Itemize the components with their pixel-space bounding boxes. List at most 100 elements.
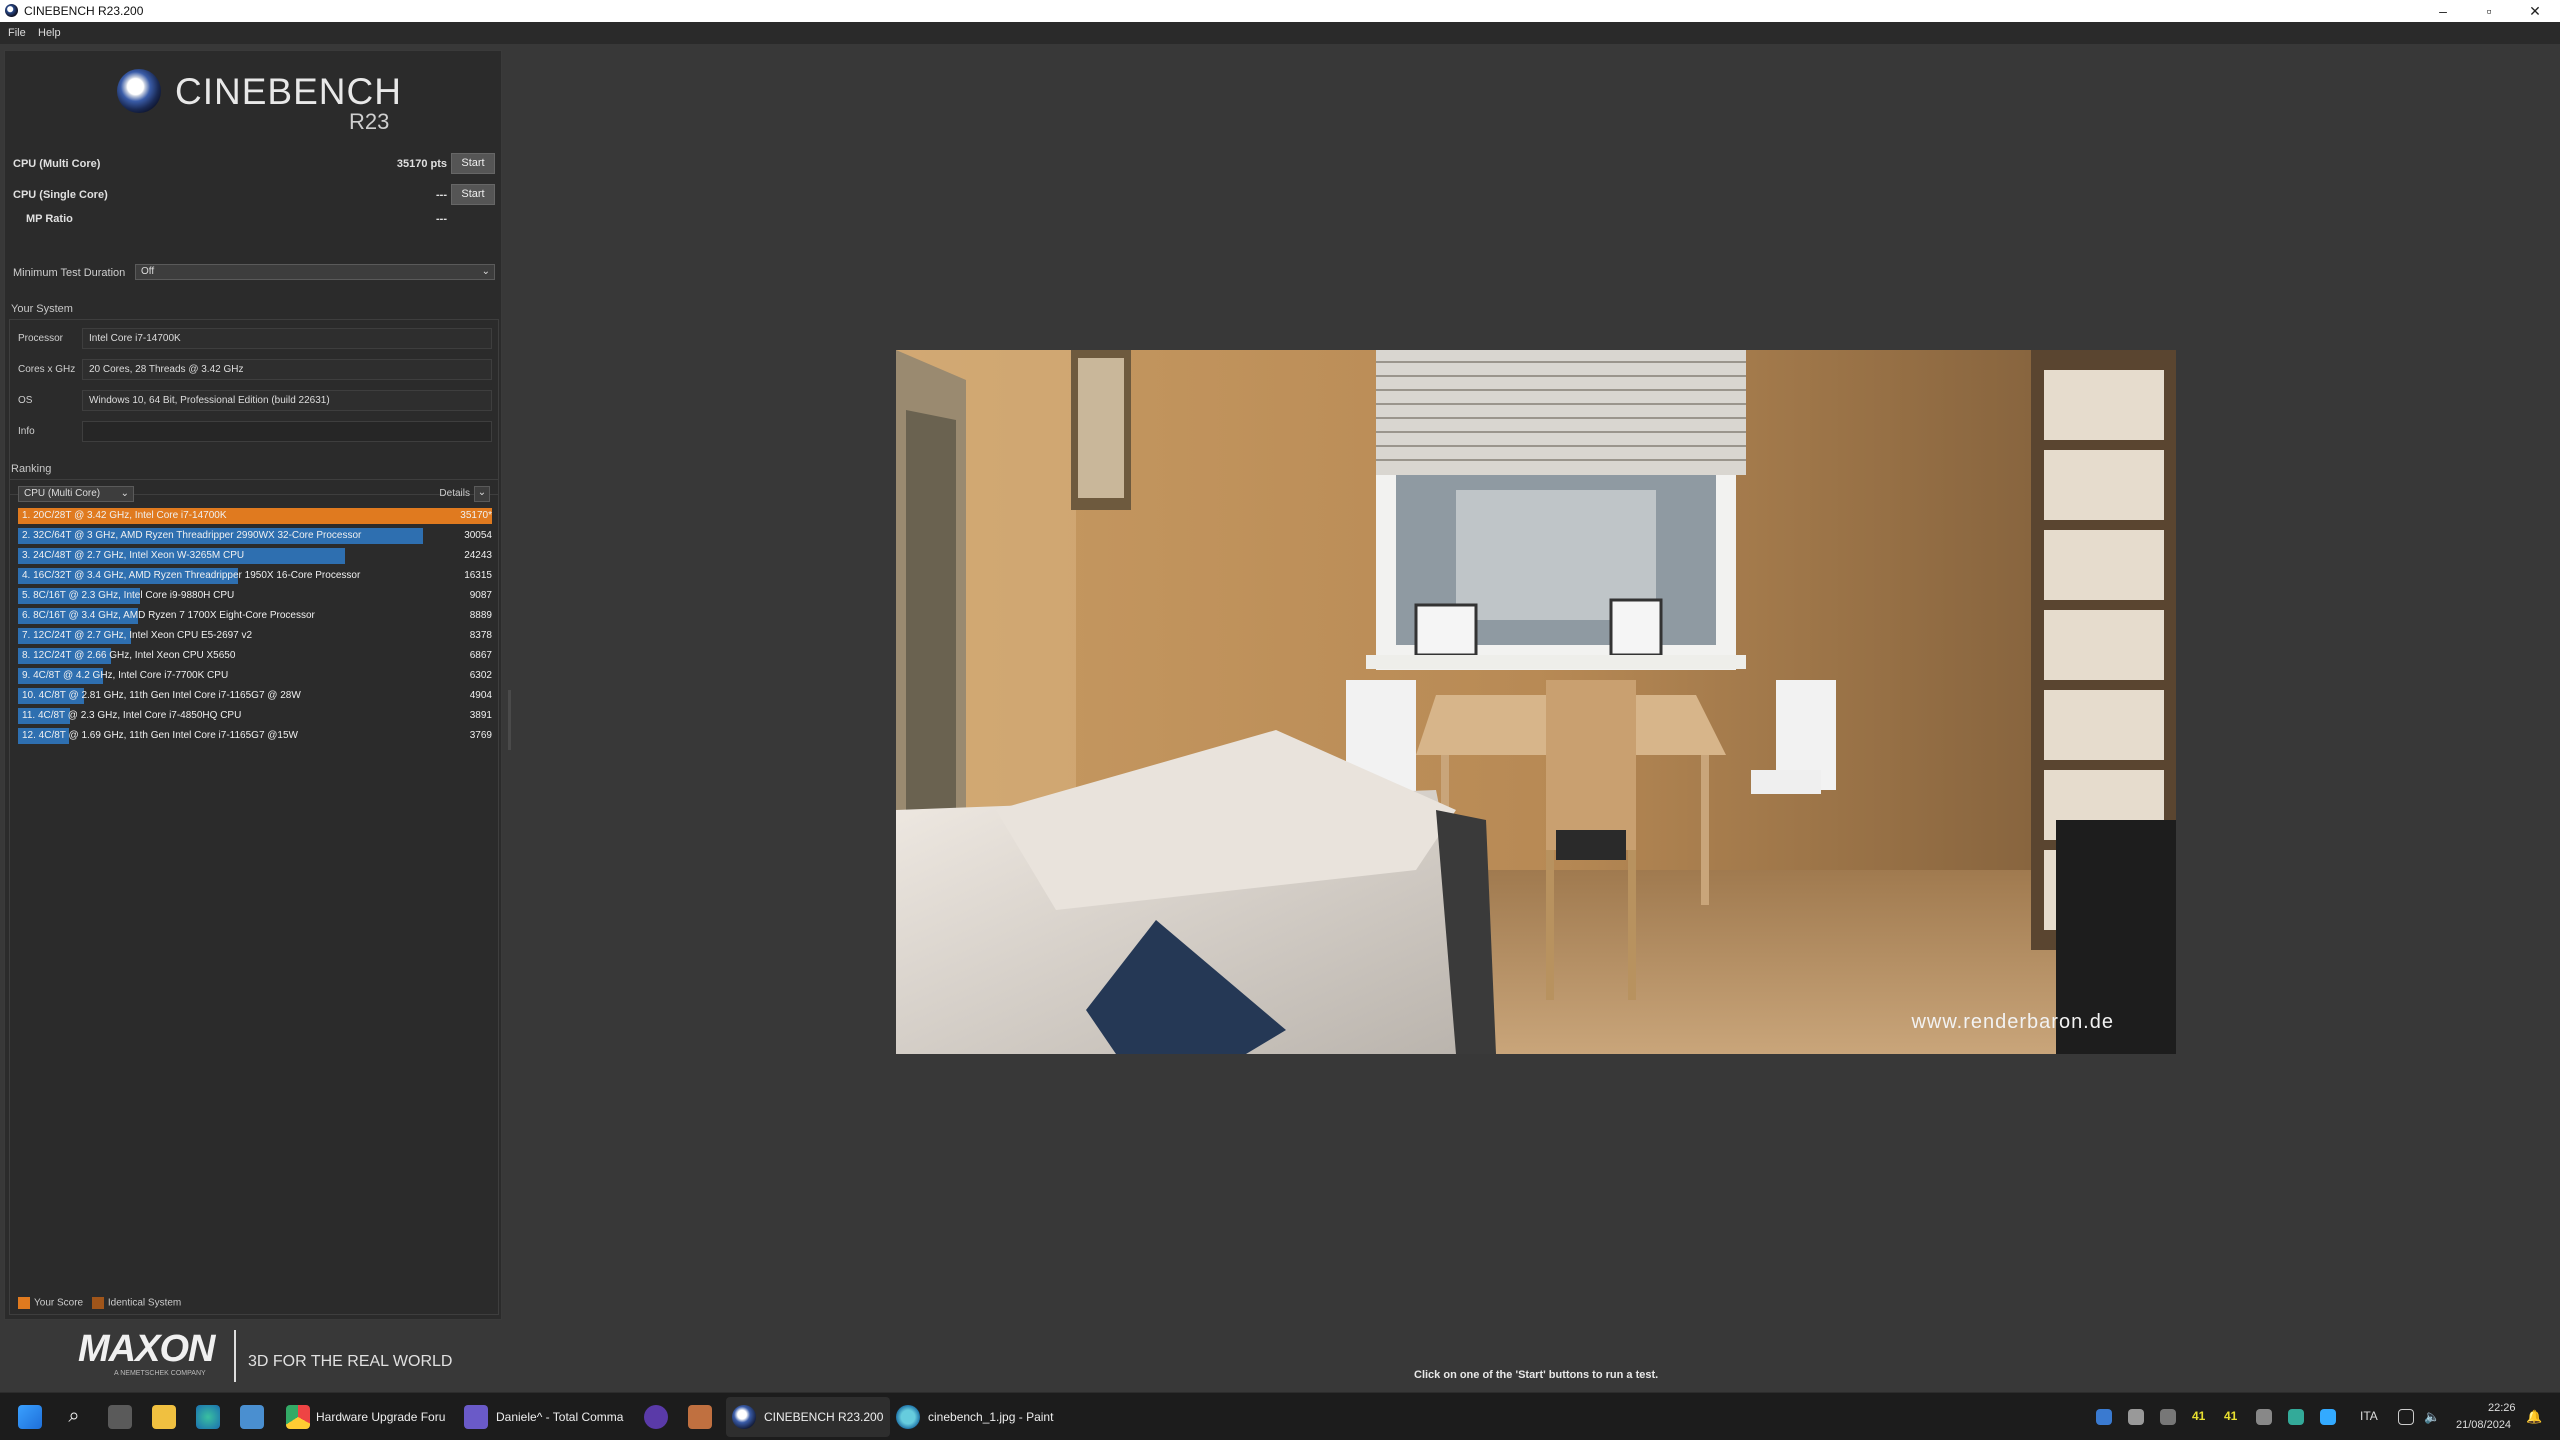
ranking-box: CPU (Multi Core) ⌄ Details ⌄ 1. 20C/28T … bbox=[9, 479, 499, 1315]
mail-icon[interactable] bbox=[240, 1405, 264, 1429]
min-duration-value: Off bbox=[141, 266, 155, 277]
ranking-score: 6867 bbox=[469, 650, 492, 661]
ranking-row[interactable]: 6. 8C/16T @ 3.4 GHz, AMD Ryzen 7 1700X E… bbox=[18, 608, 496, 624]
ranking-row[interactable]: 2. 32C/64T @ 3 GHz, AMD Ryzen Threadripp… bbox=[18, 528, 496, 544]
ranking-label: 4. 16C/32T @ 3.4 GHz, AMD Ryzen Threadri… bbox=[22, 570, 361, 581]
ranking-label: 5. 8C/16T @ 2.3 GHz, Intel Core i9-9880H… bbox=[22, 590, 235, 601]
taskbar-app-label[interactable]: CINEBENCH R23.200 bbox=[764, 1410, 883, 1424]
your-score-swatch bbox=[18, 1297, 30, 1309]
paint-icon[interactable] bbox=[896, 1405, 920, 1429]
ranking-label: 10. 4C/8T @ 2.81 GHz, 11th Gen Intel Cor… bbox=[22, 690, 301, 701]
ranking-score: 24243 bbox=[464, 550, 492, 561]
cpu-temp[interactable]: 41 bbox=[2192, 1409, 2205, 1423]
steam-icon[interactable] bbox=[2128, 1409, 2144, 1425]
chrome-icon[interactable] bbox=[286, 1405, 310, 1429]
cinebench-logo: CINEBENCH R23 bbox=[117, 65, 417, 135]
chevron-down-icon: ⌄ bbox=[481, 266, 490, 277]
taskbar: ⌕ Hardware Upgrade Foru Daniele^ - Total… bbox=[0, 1392, 2560, 1440]
system-key: Processor bbox=[18, 333, 64, 344]
ranking-row[interactable]: 1. 20C/28T @ 3.42 GHz, Intel Core i7-147… bbox=[18, 508, 496, 524]
title-bar: CINEBENCH R23.200 – ▫ ✕ bbox=[0, 0, 2560, 22]
app-icon-purple[interactable] bbox=[644, 1405, 668, 1429]
ranking-row[interactable]: 12. 4C/8T @ 1.69 GHz, 11th Gen Intel Cor… bbox=[18, 728, 496, 744]
ranking-label: 2. 32C/64T @ 3 GHz, AMD Ryzen Threadripp… bbox=[22, 530, 362, 541]
tray-app-icon[interactable] bbox=[2160, 1409, 2176, 1425]
your-system-heading: Your System bbox=[11, 303, 73, 315]
test-score: --- bbox=[436, 189, 447, 201]
ranking-row[interactable]: 8. 12C/24T @ 2.66 GHz, Intel Xeon CPU X5… bbox=[18, 648, 496, 664]
clock-date[interactable]: 21/08/2024 bbox=[2456, 1419, 2511, 1431]
taskbar-app-label[interactable]: cinebench_1.jpg - Paint bbox=[928, 1410, 1053, 1424]
clock-time[interactable]: 22:26 bbox=[2488, 1402, 2516, 1414]
ranking-score: 8378 bbox=[469, 630, 492, 641]
info-field[interactable] bbox=[82, 421, 492, 442]
test-row-mp-ratio: MP Ratio --- bbox=[5, 208, 503, 230]
language-indicator[interactable]: ITA bbox=[2360, 1409, 2378, 1423]
gpu-temp[interactable]: 41 bbox=[2224, 1409, 2237, 1423]
network-icon[interactable] bbox=[2398, 1409, 2414, 1425]
taskbar-app-label[interactable]: Daniele^ - Total Comma bbox=[496, 1410, 623, 1424]
notification-bell-icon[interactable]: 🔔 bbox=[2526, 1409, 2542, 1425]
total-commander-icon[interactable] bbox=[464, 1405, 488, 1429]
maximize-button[interactable]: ▫ bbox=[2466, 0, 2512, 22]
legend-your-score: Your Score bbox=[34, 1297, 84, 1309]
ranking-label: 11. 4C/8T @ 2.3 GHz, Intel Core i7-4850H… bbox=[22, 710, 242, 721]
ranking-label: 6. 8C/16T @ 3.4 GHz, AMD Ryzen 7 1700X E… bbox=[22, 610, 315, 621]
start-multi-button[interactable]: Start bbox=[451, 153, 495, 174]
cinebench-icon[interactable] bbox=[732, 1405, 756, 1429]
menu-file[interactable]: File bbox=[8, 27, 26, 39]
defender-icon[interactable] bbox=[2096, 1409, 2112, 1425]
ranking-row[interactable]: 7. 12C/24T @ 2.7 GHz, Intel Xeon CPU E5-… bbox=[18, 628, 496, 644]
ranking-row[interactable]: 3. 24C/48T @ 2.7 GHz, Intel Xeon W-3265M… bbox=[18, 548, 496, 564]
ranking-score: 16315 bbox=[464, 570, 492, 581]
logo-version: R23 bbox=[349, 109, 390, 134]
menu-help[interactable]: Help bbox=[38, 27, 61, 39]
ranking-label: 12. 4C/8T @ 1.69 GHz, 11th Gen Intel Cor… bbox=[22, 730, 298, 741]
window-title: CINEBENCH R23.200 bbox=[24, 4, 144, 18]
search-icon[interactable]: ⌕ bbox=[62, 1405, 86, 1429]
tray-app-icon-blue[interactable] bbox=[2320, 1409, 2336, 1425]
close-button[interactable]: ✕ bbox=[2512, 0, 2558, 22]
start-single-button[interactable]: Start bbox=[451, 184, 495, 205]
maxon-sub: A NEMETSCHEK COMPANY bbox=[114, 1370, 206, 1377]
ranking-score: 4904 bbox=[469, 690, 492, 701]
shield-icon[interactable] bbox=[2256, 1409, 2272, 1425]
ranking-row[interactable]: 4. 16C/32T @ 3.4 GHz, AMD Ryzen Threadri… bbox=[18, 568, 496, 584]
test-row-multi: CPU (Multi Core) 35170 pts Start bbox=[5, 153, 503, 175]
cinebench-app-icon bbox=[5, 4, 18, 17]
test-label: CPU (Single Core) bbox=[13, 189, 108, 201]
ranking-score: 3769 bbox=[469, 730, 492, 741]
min-duration-select[interactable]: Off ⌄ bbox=[135, 264, 495, 280]
system-value: Intel Core i7-14700K bbox=[82, 328, 492, 349]
min-duration-label: Minimum Test Duration bbox=[13, 267, 126, 279]
system-key: Info bbox=[18, 426, 35, 437]
test-label: MP Ratio bbox=[26, 213, 73, 225]
app-icon-orange[interactable] bbox=[688, 1405, 712, 1429]
ranking-row[interactable]: 10. 4C/8T @ 2.81 GHz, 11th Gen Intel Cor… bbox=[18, 688, 496, 704]
ranking-label: 3. 24C/48T @ 2.7 GHz, Intel Xeon W-3265M… bbox=[22, 550, 245, 561]
ranking-row[interactable]: 11. 4C/8T @ 2.3 GHz, Intel Core i7-4850H… bbox=[18, 708, 496, 724]
taskbar-app-label[interactable]: Hardware Upgrade Foru bbox=[316, 1410, 445, 1424]
ranking-legend: Your Score Identical System bbox=[18, 1297, 181, 1309]
panel-splitter[interactable] bbox=[508, 690, 511, 750]
ranking-row[interactable]: 5. 8C/16T @ 2.3 GHz, Intel Core i9-9880H… bbox=[18, 588, 496, 604]
ranking-type-select[interactable]: CPU (Multi Core) ⌄ bbox=[18, 486, 134, 502]
tray-app-icon-green[interactable] bbox=[2288, 1409, 2304, 1425]
volume-icon[interactable]: 🔈 bbox=[2424, 1409, 2440, 1425]
ranking-score: 9087 bbox=[469, 590, 492, 601]
identical-system-swatch bbox=[91, 1297, 104, 1309]
tagline: 3D FOR THE REAL WORLD bbox=[248, 1353, 453, 1370]
ranking-row[interactable]: 9. 4C/8T @ 4.2 GHz, Intel Core i7-7700K … bbox=[18, 668, 496, 684]
windows-start-icon[interactable] bbox=[18, 1405, 42, 1429]
minimize-button[interactable]: – bbox=[2420, 0, 2466, 22]
ranking-heading: Ranking bbox=[11, 463, 52, 475]
test-row-single: CPU (Single Core) --- Start bbox=[5, 184, 503, 206]
file-explorer-icon[interactable] bbox=[152, 1405, 176, 1429]
test-score: --- bbox=[436, 213, 447, 225]
edge-icon[interactable] bbox=[196, 1405, 220, 1429]
task-view-icon[interactable] bbox=[108, 1405, 132, 1429]
ranking-score: 8889 bbox=[469, 610, 492, 621]
render-preview: www.renderbaron.de bbox=[896, 350, 2176, 1054]
system-row-processor: Processor Intel Core i7-14700K bbox=[10, 326, 500, 350]
details-toggle-button[interactable]: ⌄ bbox=[474, 486, 490, 502]
